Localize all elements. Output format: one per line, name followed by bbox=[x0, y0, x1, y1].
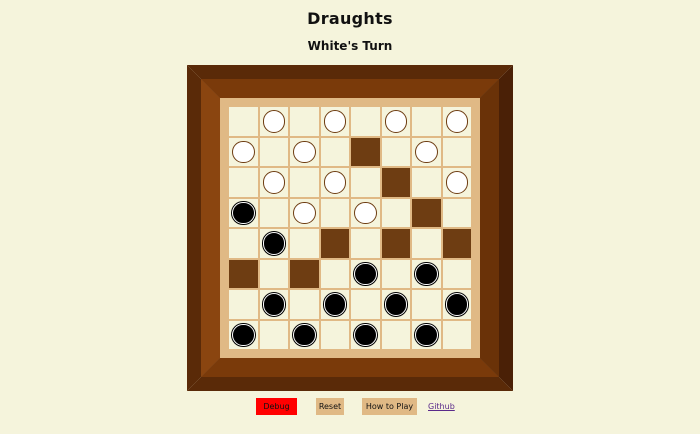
board-square-r5c3[interactable] bbox=[289, 228, 320, 259]
board-square-r5c7[interactable] bbox=[411, 228, 442, 259]
white-piece[interactable] bbox=[262, 171, 285, 194]
board-square-r6c2[interactable] bbox=[258, 258, 289, 289]
board-square-r3c2[interactable] bbox=[258, 167, 289, 198]
board-square-r3c4[interactable] bbox=[319, 167, 350, 198]
board-square-r8c8[interactable] bbox=[441, 319, 472, 350]
white-piece[interactable] bbox=[293, 140, 316, 163]
board-square-r2c2[interactable] bbox=[258, 136, 289, 167]
black-piece[interactable] bbox=[445, 293, 468, 316]
white-piece[interactable] bbox=[384, 110, 407, 133]
white-piece[interactable] bbox=[445, 110, 468, 133]
board-square-r1c3[interactable] bbox=[289, 106, 320, 137]
white-piece[interactable] bbox=[354, 201, 377, 224]
board-square-r3c7[interactable] bbox=[411, 167, 442, 198]
white-piece[interactable] bbox=[415, 140, 438, 163]
black-piece[interactable] bbox=[293, 323, 316, 346]
board-square-r5c4[interactable] bbox=[319, 228, 350, 259]
white-piece[interactable] bbox=[293, 201, 316, 224]
board-square-r8c2[interactable] bbox=[258, 319, 289, 350]
board-square-r2c7[interactable] bbox=[411, 136, 442, 167]
board-square-r1c7[interactable] bbox=[411, 106, 442, 137]
board-square-r8c1[interactable] bbox=[228, 319, 259, 350]
github-link[interactable]: Github bbox=[428, 398, 455, 415]
reset-button[interactable]: Reset bbox=[316, 398, 344, 415]
black-piece[interactable] bbox=[415, 262, 438, 285]
black-piece[interactable] bbox=[232, 323, 255, 346]
board-square-r1c8[interactable] bbox=[441, 106, 472, 137]
board-square-r2c1[interactable] bbox=[228, 136, 259, 167]
board-square-r2c3[interactable] bbox=[289, 136, 320, 167]
black-piece[interactable] bbox=[415, 323, 438, 346]
black-piece[interactable] bbox=[262, 293, 285, 316]
black-piece[interactable] bbox=[354, 262, 377, 285]
board-square-r4c6[interactable] bbox=[380, 197, 411, 228]
page-title: Draughts bbox=[307, 9, 393, 28]
board-square-r4c7[interactable] bbox=[411, 197, 442, 228]
board-square-r5c6[interactable] bbox=[380, 228, 411, 259]
board-square-r7c5[interactable] bbox=[350, 289, 381, 320]
board-square-r6c6[interactable] bbox=[380, 258, 411, 289]
black-piece[interactable] bbox=[384, 293, 407, 316]
board-square-r8c7[interactable] bbox=[411, 319, 442, 350]
board-square-r7c7[interactable] bbox=[411, 289, 442, 320]
white-piece[interactable] bbox=[323, 171, 346, 194]
board-square-r5c1[interactable] bbox=[228, 228, 259, 259]
board-square-r1c4[interactable] bbox=[319, 106, 350, 137]
board-square-r8c6[interactable] bbox=[380, 319, 411, 350]
board-square-r3c1[interactable] bbox=[228, 167, 259, 198]
board-square-r8c4[interactable] bbox=[319, 319, 350, 350]
board-square-r3c3[interactable] bbox=[289, 167, 320, 198]
turn-status: White's Turn bbox=[307, 39, 393, 53]
black-piece[interactable] bbox=[354, 323, 377, 346]
board-square-r3c8[interactable] bbox=[441, 167, 472, 198]
board-square-r7c3[interactable] bbox=[289, 289, 320, 320]
board-square-r2c5[interactable] bbox=[350, 136, 381, 167]
board-square-r3c6[interactable] bbox=[380, 167, 411, 198]
black-piece[interactable] bbox=[262, 232, 285, 255]
board-square-r6c7[interactable] bbox=[411, 258, 442, 289]
board-square-r7c1[interactable] bbox=[228, 289, 259, 320]
board-square-r2c8[interactable] bbox=[441, 136, 472, 167]
black-piece[interactable] bbox=[323, 293, 346, 316]
board-square-r4c1[interactable] bbox=[228, 197, 259, 228]
board-square-r6c8[interactable] bbox=[441, 258, 472, 289]
board-square-r5c5[interactable] bbox=[350, 228, 381, 259]
board-square-r1c2[interactable] bbox=[258, 106, 289, 137]
controls-bar: Debug Reset How to Play Github bbox=[0, 398, 700, 416]
board-square-r5c8[interactable] bbox=[441, 228, 472, 259]
board-square-r4c5[interactable] bbox=[350, 197, 381, 228]
board-square-r7c8[interactable] bbox=[441, 289, 472, 320]
how-to-play-button[interactable]: How to Play bbox=[362, 398, 417, 415]
board-square-r1c6[interactable] bbox=[380, 106, 411, 137]
board-square-r7c2[interactable] bbox=[258, 289, 289, 320]
white-piece[interactable] bbox=[262, 110, 285, 133]
board-square-r4c2[interactable] bbox=[258, 197, 289, 228]
board-square-r8c3[interactable] bbox=[289, 319, 320, 350]
board-square-r4c4[interactable] bbox=[319, 197, 350, 228]
board-square-r6c3[interactable] bbox=[289, 258, 320, 289]
board-square-r6c1[interactable] bbox=[228, 258, 259, 289]
board-square-r6c4[interactable] bbox=[319, 258, 350, 289]
board-square-r6c5[interactable] bbox=[350, 258, 381, 289]
board-square-r1c5[interactable] bbox=[350, 106, 381, 137]
board-square-r2c4[interactable] bbox=[319, 136, 350, 167]
game-board bbox=[228, 106, 472, 350]
board-square-r1c1[interactable] bbox=[228, 106, 259, 137]
board-square-r2c6[interactable] bbox=[380, 136, 411, 167]
board-square-r7c6[interactable] bbox=[380, 289, 411, 320]
white-piece[interactable] bbox=[323, 110, 346, 133]
board-square-r8c5[interactable] bbox=[350, 319, 381, 350]
white-piece[interactable] bbox=[445, 171, 468, 194]
board-square-r3c5[interactable] bbox=[350, 167, 381, 198]
debug-button[interactable]: Debug bbox=[256, 398, 297, 415]
board-square-r4c8[interactable] bbox=[441, 197, 472, 228]
black-piece[interactable] bbox=[232, 201, 255, 224]
board-square-r7c4[interactable] bbox=[319, 289, 350, 320]
board-square-r5c2[interactable] bbox=[258, 228, 289, 259]
board-square-r4c3[interactable] bbox=[289, 197, 320, 228]
white-piece[interactable] bbox=[232, 140, 255, 163]
